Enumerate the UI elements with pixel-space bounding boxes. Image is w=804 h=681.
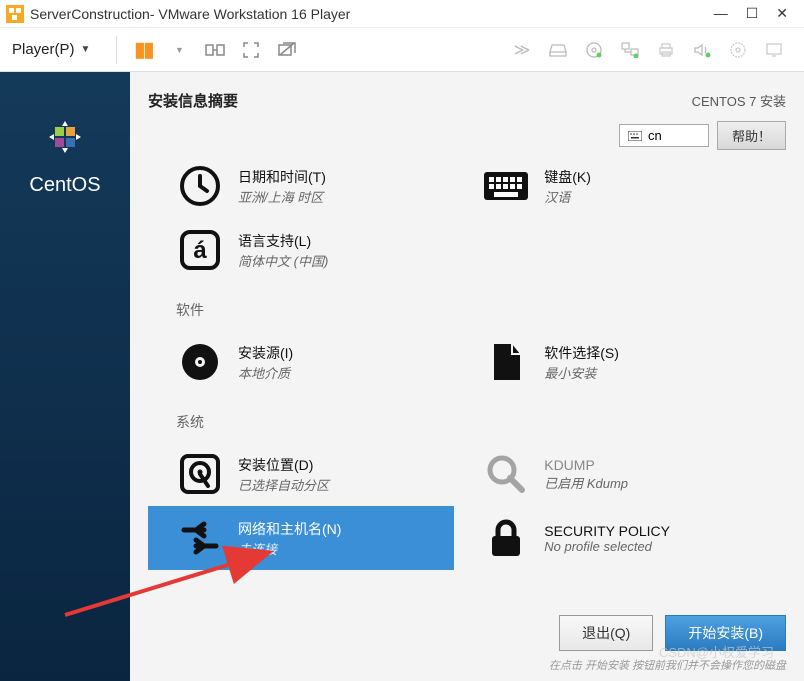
item-label: 键盘(K) (544, 167, 591, 187)
section-system: 系统 (176, 412, 786, 432)
disk-icon (176, 450, 224, 498)
printer-icon[interactable] (652, 36, 680, 64)
installer-main: 安装信息摘要 CENTOS 7 安装 cn 帮助！ 日期和时间(T)亚洲/上海 … (130, 72, 804, 681)
lang-code: cn (648, 128, 662, 143)
centos-logo-icon (40, 112, 90, 162)
brand-label: CentOS (29, 174, 100, 197)
item-label: 语言支持(L) (238, 231, 328, 251)
maximize-button[interactable]: ☐ (746, 5, 759, 22)
item-sub: 简体中文 (中国) (238, 251, 328, 270)
begin-install-button[interactable]: 开始安装(B) (665, 615, 786, 651)
lang-icon: á (176, 226, 224, 274)
separator (116, 36, 117, 64)
titlebar: ServerConstruction- VMware Workstation 1… (0, 0, 804, 28)
item-label: 网络和主机名(N) (238, 519, 341, 539)
minimize-button[interactable]: — (714, 5, 728, 22)
network-adapter-icon[interactable] (616, 36, 644, 64)
item-keyboard[interactable]: 键盘(K)汉语 (454, 160, 760, 218)
fast-forward-icon[interactable]: ≫ (508, 36, 536, 64)
svg-text:á: á (193, 237, 207, 264)
close-button[interactable]: ✕ (776, 5, 788, 22)
item-kdump[interactable]: KDUMP已启用 Kdump (454, 442, 760, 506)
quit-button[interactable]: 退出(Q) (559, 615, 653, 651)
chevron-down-icon[interactable]: ▼ (165, 36, 193, 64)
package-icon (482, 338, 530, 386)
item-label: 安装源(I) (238, 343, 293, 363)
help-button[interactable]: 帮助！ (717, 121, 786, 150)
vmware-icon (6, 5, 24, 23)
disc-drive-icon[interactable] (724, 36, 752, 64)
item-label: KDUMP (544, 457, 628, 473)
keyboard-indicator[interactable]: cn (619, 124, 709, 147)
item-language[interactable]: á 语言支持(L)简体中文 (中国) (148, 218, 454, 282)
cd-icon[interactable] (580, 36, 608, 64)
item-label: SECURITY POLICY (544, 523, 670, 539)
item-label: 软件选择(S) (544, 343, 619, 363)
drive-icon[interactable] (544, 36, 572, 64)
item-install-source[interactable]: 安装源(I)本地介质 (148, 330, 454, 394)
send-keys-icon[interactable] (201, 36, 229, 64)
pause-icon[interactable]: ▮▮ (129, 36, 157, 64)
item-label: 安装位置(D) (238, 455, 329, 475)
sidebar: CentOS (0, 72, 130, 681)
window-controls: — ☐ ✕ (714, 5, 798, 22)
section-software: 软件 (176, 300, 786, 320)
display-icon[interactable] (760, 36, 788, 64)
item-install-destination[interactable]: 安装位置(D)已选择自动分区 (148, 442, 454, 506)
item-network[interactable]: 网络和主机名(N)未连接 (148, 506, 454, 570)
item-label: 日期和时间(T) (238, 167, 326, 187)
item-sub: 最小安装 (544, 363, 619, 382)
toolbar: Player(P) ▼ ▮▮ ▼ ≫ (0, 28, 804, 72)
item-software-selection[interactable]: 软件选择(S)最小安装 (454, 330, 760, 394)
summary-title: 安装信息摘要 (148, 90, 692, 111)
network-icon (176, 514, 224, 562)
keyboard-icon (628, 131, 642, 141)
item-sub: 已选择自动分区 (238, 475, 329, 494)
item-sub: 未连接 (238, 539, 341, 558)
item-sub: 汉语 (544, 187, 591, 206)
disc-icon (176, 338, 224, 386)
chevron-down-icon[interactable]: ▼ (81, 44, 91, 55)
clock-icon (176, 162, 224, 210)
footer-hint: 在点击 开始安装 按钮前我们并不会操作您的磁盘 (549, 657, 786, 673)
item-security-policy[interactable]: SECURITY POLICYNo profile selected (454, 506, 760, 570)
unity-icon[interactable] (273, 36, 301, 64)
sound-icon[interactable] (688, 36, 716, 64)
item-sub: 亚洲/上海 时区 (238, 187, 326, 206)
fullscreen-icon[interactable] (237, 36, 265, 64)
item-sub: No profile selected (544, 539, 670, 554)
item-datetime[interactable]: 日期和时间(T)亚洲/上海 时区 (148, 160, 454, 218)
keyboard-icon (482, 162, 530, 210)
lock-icon (482, 514, 530, 562)
item-sub: 已启用 Kdump (544, 473, 628, 492)
player-menu[interactable]: Player(P) (12, 41, 75, 58)
item-sub: 本地介质 (238, 363, 293, 382)
window-title: ServerConstruction- VMware Workstation 1… (30, 6, 714, 22)
wrench-icon (482, 450, 530, 498)
install-label: CENTOS 7 安装 (692, 91, 786, 110)
